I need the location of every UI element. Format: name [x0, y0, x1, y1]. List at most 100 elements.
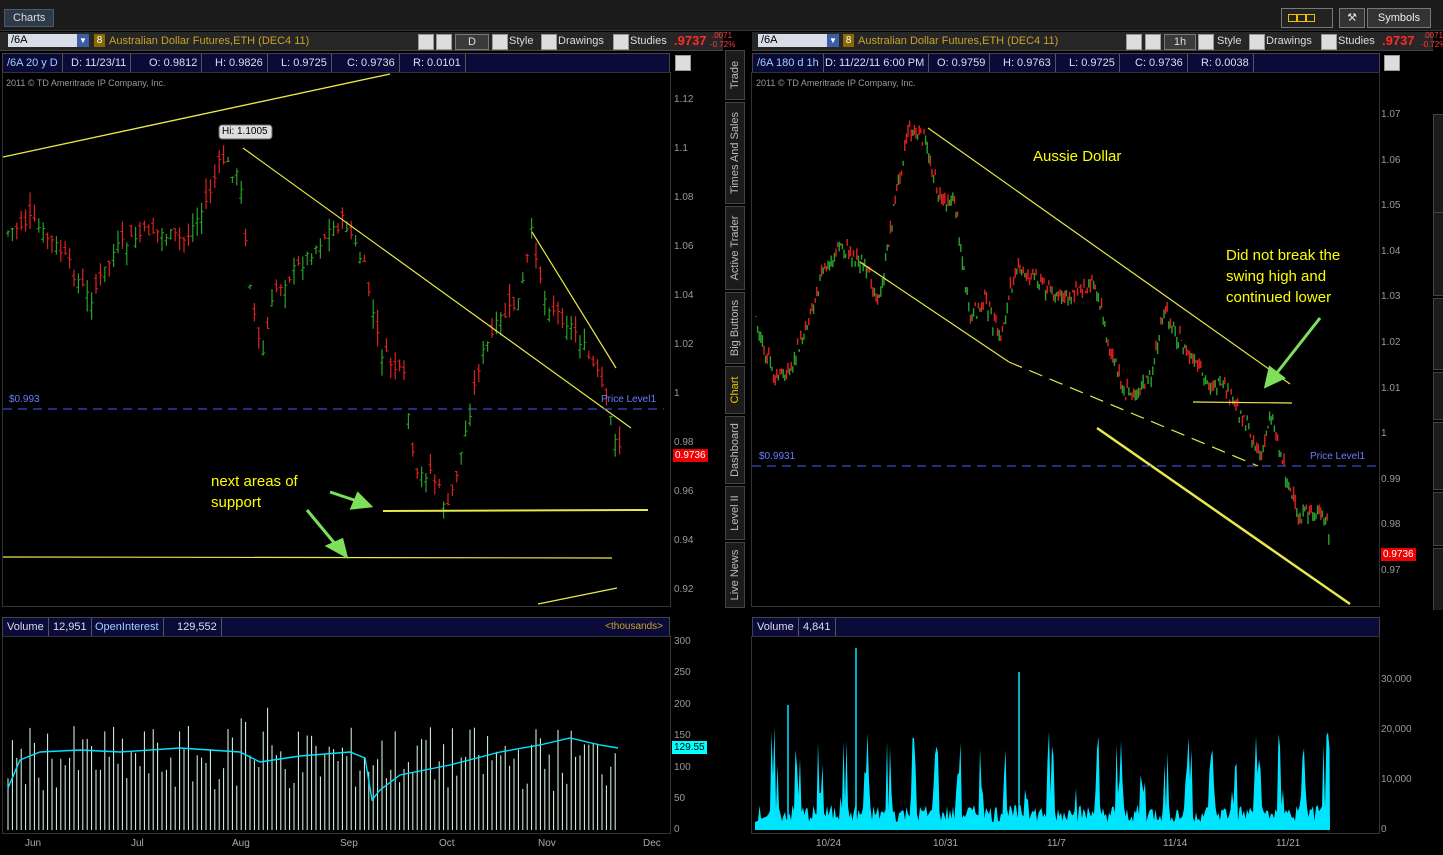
- y-tick-label: 0.99: [1381, 473, 1401, 485]
- oi-badge: 129.55: [672, 741, 707, 754]
- side-tab-level-ii[interactable]: Level II: [725, 486, 745, 540]
- info-cell: L: 0.9725: [1065, 54, 1120, 72]
- side-tab-live-news[interactable]: Live News: [1433, 548, 1443, 610]
- drawings-icon: [1249, 34, 1265, 50]
- right-chart-header: /6A ▼ 8 Australian Dollar Futures,ETH (D…: [752, 31, 1443, 51]
- y-tick-label: 1.01: [1381, 382, 1401, 394]
- y-tick-label: 0.98: [1381, 519, 1401, 531]
- side-tab-big-buttons[interactable]: Big Buttons: [1433, 298, 1443, 370]
- y-tick-label: 1.06: [1381, 154, 1401, 166]
- right-change-pct: -0.72%: [1421, 40, 1443, 49]
- side-tab-label: Chart: [729, 376, 741, 404]
- side-tab-label: Level II: [729, 495, 741, 531]
- side-tab-label: Dashboard: [729, 423, 741, 477]
- left-volume-bar-header: Volume 12,951 OpenInterest 129,552 <thou…: [2, 617, 670, 637]
- hi-label: Hi: 1.1005: [222, 126, 268, 137]
- side-tab-label: Times And Sales: [729, 111, 741, 195]
- side-tab-live-news[interactable]: Live News: [725, 542, 745, 608]
- y-tick-label: 150: [674, 730, 691, 742]
- info-cell: H: 0.9763: [999, 54, 1056, 72]
- right-aggregation-button[interactable]: 1h: [1164, 34, 1196, 50]
- side-tab-active-trader[interactable]: Active Trader: [1433, 212, 1443, 296]
- right-style-button[interactable]: Style: [1217, 35, 1241, 47]
- right-side-tabs: Times And SalesActive Trader Big Buttons C…: [1433, 50, 1443, 610]
- right-last-price: .9737: [1382, 33, 1415, 48]
- x-tick-label: 11/21: [1276, 838, 1301, 849]
- annotation-line: swing high and: [1226, 268, 1327, 285]
- y-tick-label: 1.02: [1381, 337, 1401, 348]
- side-tab-trade[interactable]: Trade: [725, 50, 745, 100]
- side-tab-chart[interactable]: Chart: [725, 366, 745, 414]
- style-icon: [1198, 34, 1214, 50]
- trend-line: [242, 147, 632, 429]
- right-volume-bar-header: Volume 4,841: [752, 617, 1380, 637]
- right-symbol-input[interactable]: /6A: [758, 34, 827, 47]
- side-tab-label: Big Buttons: [729, 299, 741, 357]
- right-change: .0071: [1423, 31, 1443, 40]
- left-volume-frame: [2, 636, 671, 834]
- y-tick-label: 1.02: [674, 339, 694, 350]
- y-tick-label: 1.03: [1381, 291, 1401, 303]
- y-tick-label: 1.07: [1381, 109, 1401, 120]
- side-tab-chart[interactable]: Chart: [1433, 372, 1443, 420]
- trend-line: [537, 587, 618, 605]
- y-tick-label: 1.12: [674, 94, 694, 105]
- aussie-dollar-title: Aussie Dollar: [1033, 148, 1122, 165]
- info-cell: /6A 180 d 1h: [753, 54, 824, 72]
- y-tick-label: 1.05: [1381, 200, 1401, 212]
- x-tick-label: Nov: [538, 838, 556, 849]
- side-tab-big-buttons[interactable]: Big Buttons: [725, 292, 745, 364]
- x-tick-label: Oct: [439, 838, 455, 849]
- right-studies-button[interactable]: Studies: [1338, 35, 1375, 47]
- info-cell: R: 0.0038: [1197, 54, 1254, 72]
- y-tick-label: 20,000: [1381, 724, 1412, 735]
- y-tick-label: 1.08: [674, 192, 694, 203]
- right-price-badge: 0.9736: [1381, 548, 1416, 561]
- volume-label: Volume: [753, 618, 799, 636]
- side-tab-dashboard[interactable]: Dashboard: [1433, 422, 1443, 490]
- side-tab-label: Live News: [729, 549, 741, 601]
- y-tick-label: 50: [674, 793, 686, 804]
- y-tick-label: 0: [674, 824, 680, 836]
- side-tab-times-and-sales[interactable]: Times And Sales: [725, 102, 745, 204]
- side-tab-label: Active Trader: [729, 215, 741, 281]
- info-cell: D: 11/22/11 6:00 PM: [821, 54, 930, 72]
- side-tab-label: Trade: [729, 60, 741, 90]
- side-tabs: Trade Times And Sales Active Trader Big But…: [725, 50, 745, 610]
- oi-value: 129,552: [173, 618, 222, 636]
- x-tick-label: Jun: [25, 838, 42, 849]
- settings-icon[interactable]: [1145, 34, 1161, 50]
- side-tab-level-ii[interactable]: Level II: [1433, 492, 1443, 546]
- chevron-down-icon[interactable]: ▼: [827, 34, 839, 47]
- units-label: <thousands>: [605, 621, 663, 632]
- y-tick-label: 0.97: [1381, 565, 1401, 576]
- right-info-bar: /6A 180 d 1h D: 11/22/11 6:00 PM O: 0.9759…: [752, 53, 1380, 73]
- volume-value: 4,841: [799, 618, 836, 636]
- y-tick-label: 1: [1381, 428, 1387, 440]
- y-tick-label: 30,000: [1381, 674, 1412, 685]
- annotation-line: continued lower: [1226, 289, 1332, 306]
- x-tick-label: 10/24: [816, 838, 842, 849]
- y-tick-label: 1.04: [1381, 245, 1401, 257]
- y-tick-label: 0: [1381, 824, 1387, 835]
- right-drawings-button[interactable]: Drawings: [1266, 35, 1312, 47]
- chart-settings-icon[interactable]: [1384, 55, 1400, 71]
- left-price-badge: 0.9736: [673, 449, 708, 462]
- side-tab-times-and-sales[interactable]: Times And Sales: [1433, 114, 1443, 216]
- studies-icon: [1321, 34, 1337, 50]
- annotation-line: Did not break the: [1226, 247, 1341, 264]
- support-line: [382, 509, 649, 512]
- link-icon[interactable]: [1126, 34, 1142, 50]
- y-tick-label: 200: [674, 698, 691, 710]
- right-symbol-count: 8: [843, 34, 854, 47]
- right-volume-frame: [751, 636, 1380, 834]
- side-tab-dashboard[interactable]: Dashboard: [725, 416, 745, 484]
- y-tick-label: 1.04: [674, 290, 694, 301]
- support-line: [2, 556, 613, 559]
- x-tick-label: 11/14: [1163, 838, 1188, 849]
- annotation-line: support: [211, 494, 262, 511]
- annotation-arrows: [305, 490, 374, 559]
- info-cell: O: 0.9759: [933, 54, 991, 72]
- right-price-level-name: Price Level1: [1310, 451, 1366, 462]
- side-tab-active-trader[interactable]: Active Trader: [725, 206, 745, 290]
